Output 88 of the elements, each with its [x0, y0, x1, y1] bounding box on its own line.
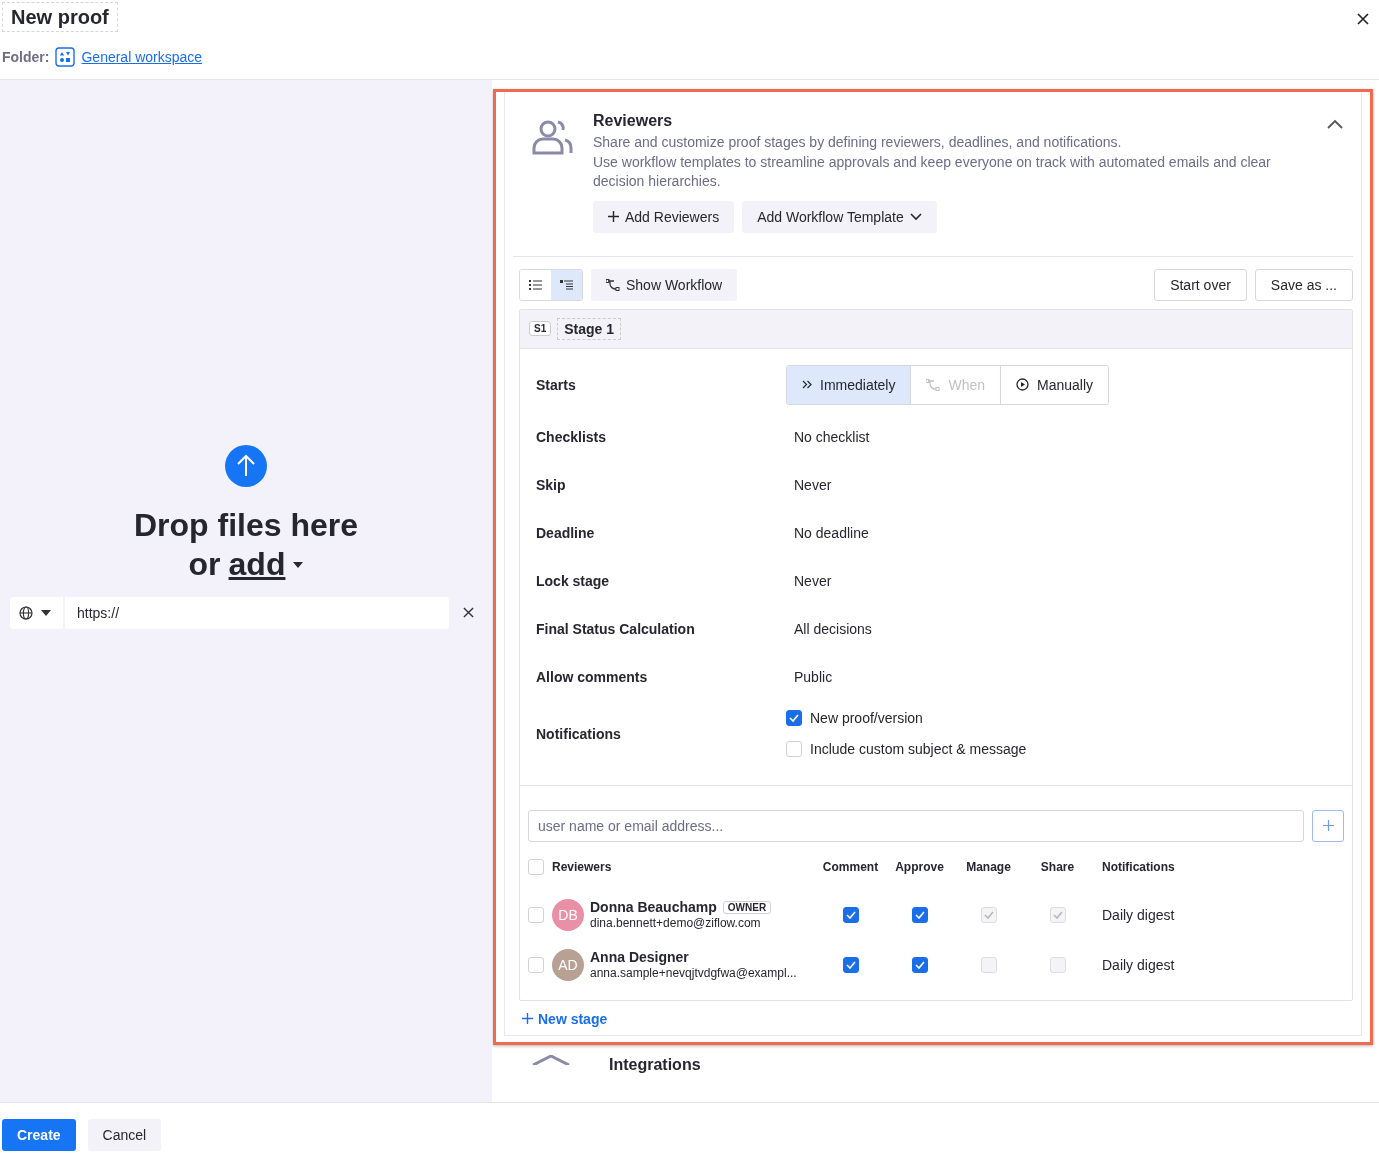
- play-icon: [1016, 378, 1030, 391]
- tree-view-button[interactable]: [551, 269, 582, 300]
- plus-icon: [522, 1013, 533, 1024]
- check-icon: [914, 910, 925, 919]
- setting-value[interactable]: Never: [794, 476, 832, 493]
- column-header: Reviewers: [552, 859, 613, 874]
- check-icon: [789, 714, 799, 722]
- people-icon: [531, 119, 575, 155]
- section-description: Use workflow templates to streamline approvals and keep everyone on track with automated emails and clear decision hierarchies.: [593, 152, 1272, 191]
- setting-label: Starts: [536, 376, 577, 393]
- setting-label: Skip: [536, 476, 567, 493]
- start-option[interactable]: Immediately: [787, 365, 911, 404]
- url-field[interactable]: https://: [65, 597, 449, 629]
- add-link[interactable]: add: [228, 546, 286, 583]
- plus-icon: [608, 211, 619, 222]
- setting-value[interactable]: No checklist: [794, 428, 870, 445]
- reviewer-name: Donna Beauchamp: [590, 899, 717, 915]
- start-over-button[interactable]: Start over: [1154, 268, 1247, 301]
- protocol-dropdown[interactable]: [10, 597, 63, 629]
- double-chevron-icon: [802, 380, 812, 389]
- workspace-icon: [55, 47, 76, 67]
- cancel-button[interactable]: Cancel: [87, 1119, 162, 1151]
- workflow-template-dropdown[interactable]: Add Workflow Template: [742, 200, 937, 233]
- setting-label: Notifications: [536, 725, 622, 742]
- upload-icon[interactable]: [225, 445, 267, 487]
- globe-icon: [19, 606, 33, 620]
- new-stage-link[interactable]: New stage: [505, 1000, 608, 1027]
- integrations-icon: [531, 1054, 571, 1065]
- chevron-down-icon: [909, 212, 922, 221]
- column-header: Comment: [822, 859, 879, 874]
- create-button[interactable]: Create: [2, 1119, 76, 1151]
- reviewer-email: anna.sample+nevqjtvdgfwa@exampl...: [590, 966, 797, 980]
- setting-label: Allow comments: [536, 668, 649, 685]
- workflow-icon: [606, 278, 620, 291]
- section-description: Share and customize proof stages by defining reviewers, deadlines, and notifications.: [593, 133, 1123, 152]
- section-title: Reviewers: [593, 112, 674, 130]
- stage-name[interactable]: Stage 1: [557, 317, 622, 340]
- select-all-checkbox[interactable]: [528, 858, 544, 875]
- permission-checkbox[interactable]: [911, 956, 928, 973]
- reviewer-name: Anna Designer: [590, 949, 689, 965]
- caret-icon: [41, 610, 51, 616]
- avatar: AD: [552, 948, 584, 981]
- column-header: Notifications: [1101, 859, 1176, 874]
- checkbox[interactable]: [786, 710, 802, 726]
- setting-label: Final Status Calculation: [536, 620, 696, 637]
- add-reviewers-button[interactable]: Add Reviewers: [593, 200, 735, 233]
- owner-badge: OWNER: [722, 900, 772, 914]
- check-icon: [1052, 910, 1063, 919]
- row-checkbox[interactable]: [528, 956, 544, 973]
- start-option[interactable]: Manually: [1000, 365, 1109, 404]
- list-icon: [529, 279, 542, 290]
- check-icon: [845, 960, 856, 969]
- column-header: Approve: [895, 859, 944, 874]
- setting-value[interactable]: Public: [794, 668, 833, 685]
- setting-label: Deadline: [536, 524, 596, 541]
- setting-label: Checklists: [536, 428, 608, 445]
- folder-label: Folder:: [2, 49, 50, 65]
- tree-list-icon: [560, 279, 573, 290]
- setting-value[interactable]: Never: [794, 572, 832, 589]
- notification-setting[interactable]: Daily digest: [1092, 906, 1344, 923]
- checkbox-label: Include custom subject & message: [810, 741, 1027, 757]
- column-header: Share: [1040, 859, 1075, 874]
- avatar: DB: [552, 898, 584, 931]
- setting-label: Lock stage: [536, 572, 611, 589]
- reviewer-search-field[interactable]: user name or email address...: [528, 809, 1304, 842]
- setting-value[interactable]: All decisions: [794, 620, 872, 637]
- save-as-button[interactable]: Save as ...: [1254, 268, 1353, 301]
- check-icon: [983, 910, 994, 919]
- permission-checkbox[interactable]: [842, 956, 859, 973]
- setting-value[interactable]: No deadline: [794, 524, 869, 541]
- check-icon: [845, 910, 856, 919]
- folder-link[interactable]: General workspace: [81, 49, 203, 65]
- reviewer-email: dina.bennett+demo@ziflow.com: [590, 916, 762, 930]
- show-workflow-button[interactable]: Show Workflow: [591, 268, 738, 301]
- section-title: Integrations: [609, 1056, 701, 1073]
- column-header: Manage: [966, 859, 1011, 874]
- stage-badge: S1: [529, 321, 552, 336]
- dialog-title: New proof: [2, 2, 118, 32]
- caret-icon[interactable]: [293, 561, 304, 568]
- checkbox-label: New proof/version: [810, 710, 923, 726]
- or-text: or: [188, 546, 221, 583]
- permission-checkbox[interactable]: [911, 906, 928, 923]
- permission-checkbox[interactable]: [842, 906, 859, 923]
- notification-setting[interactable]: Daily digest: [1092, 956, 1344, 973]
- row-checkbox[interactable]: [528, 906, 544, 923]
- drop-heading: Drop files here: [133, 507, 359, 544]
- check-icon: [914, 960, 925, 969]
- workflow-icon: [926, 378, 941, 391]
